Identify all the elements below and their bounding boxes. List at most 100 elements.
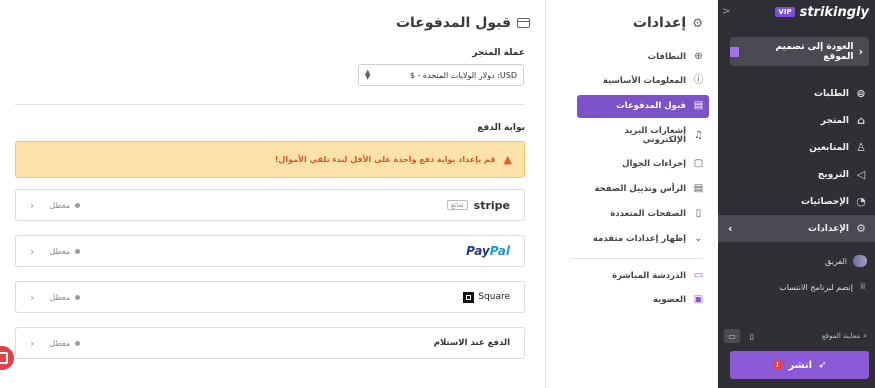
store-icon: ⌂ [857,114,865,127]
menu-item-label: قبول المدفوعات [616,101,686,112]
gear-icon: ⚙ [856,222,866,235]
trophy-icon: ♕ [858,282,867,292]
sidebar-item-followers[interactable]: ♙ المتابعين [718,134,875,161]
settings-menu: ⚙ إعدادات ⊕ النطاقات ⓘ المعلومات الأساسي… [545,0,718,388]
status-text: معطل [49,246,71,256]
currency-select[interactable]: USD: دولار الولايات المتحدة - $ ▲ ▼ [358,64,524,86]
menu-item-domains[interactable]: ⊕ النطاقات [577,50,709,64]
status-text: معطل [49,292,71,302]
gateway-row-paypal[interactable]: PayPal معطل ‹ [15,235,525,267]
square-brand: Square [463,291,510,303]
menu-divider [571,258,703,259]
sidebar-item-team[interactable]: الفريق [718,248,875,274]
sidebar-item-promotion[interactable]: ◁ الترويج [718,161,875,188]
popular-tag: شائع [446,200,468,210]
menu-item-live-chat[interactable]: ▭ الدردشة المباشرة [577,269,709,283]
preview-label[interactable]: معاينة الموقع [822,332,860,340]
sidebar-item-orders[interactable]: ⊜ الطلبات [718,80,875,107]
vip-badge: VIP [775,7,795,17]
chevron-right-icon[interactable]: ‹ [30,337,34,350]
gear-icon: ⚙ [692,16,703,30]
help-chat-button[interactable] [0,346,14,370]
menu-item-basic-info[interactable]: ⓘ المعلومات الأساسية [577,74,709,88]
dollar-circle-icon: ⊜ [856,87,866,100]
chevron-right-icon[interactable]: ‹ [30,199,34,212]
menu-item-label: العضوية [653,294,686,305]
chevron-left-icon: › [728,222,733,235]
chat-icon: ▭ [693,269,704,281]
currency-value: USD: دولار الولايات المتحدة - $ [409,70,517,80]
pie-chart-icon: ◔ [856,195,866,208]
chevron-left-icon: ‹ [858,45,863,58]
sidebar-item-affiliate[interactable]: ♕ إنضم لبرنامج الانتساب [718,274,875,300]
chevron-down-icon: ⌄ [694,232,703,244]
device-toggle: ▯ ▭ [724,329,760,343]
status-dot [75,202,81,208]
sidebar-item-store[interactable]: ⌂ المتجر [718,107,875,134]
menu-item-label: إجراءات الجوال [622,158,686,169]
team-avatar [853,255,867,267]
menu-item-advanced-toggle[interactable]: ⌄ إظهار إعدادات متقدمة [577,232,709,246]
settings-title-text: إعدادات [632,15,687,31]
gateway-row-stripe[interactable]: stripe شائع معطل ‹ [15,189,525,221]
publish-label: انشر [788,359,813,371]
menu-item-label: المعلومات الأساسية [602,75,686,86]
status-dot [75,248,81,254]
status-badge: معطل ‹ [30,291,81,304]
menu-item-label: إظهار إعدادات متقدمة [592,233,686,244]
status-text: معطل [49,338,71,348]
gateway-label: بوابة الدفع [477,123,525,133]
warning-triangle-icon: ▲ [503,153,512,166]
status-badge: معطل ‹ [30,199,81,212]
stripe-brand: stripe شائع [446,199,510,212]
membership-icon: ▣ [693,293,704,305]
menu-item-email-notifications[interactable]: ♫ إشعارات البريد الإلكتروني [577,125,709,147]
status-dot [75,294,81,300]
gateway-row-square[interactable]: Square معطل ‹ [15,281,525,313]
gateway-row-cash-on-delivery[interactable]: الدفع عند الاستلام معطل ‹ [15,327,525,359]
chevron-right-icon[interactable]: ‹ [30,291,34,304]
page-title: قبول المدفوعات [396,15,530,31]
status-badge: معطل ‹ [30,337,81,350]
desktop-icon[interactable]: ▭ [724,329,740,343]
sidebar-item-analytics[interactable]: ◔ الإحصائيات [718,188,875,215]
card-icon: ▤ [693,100,704,112]
menu-item-payments[interactable]: ▤ قبول المدفوعات [577,95,709,118]
info-icon: ⓘ [693,74,704,86]
status-text: معطل [49,200,71,210]
chevron-right-icon[interactable]: ‹ [30,245,34,258]
collapse-sidebar-icon[interactable]: > [722,6,730,17]
menu-item-header-footer[interactable]: ▤ الرأس وتذييل الصفحة [577,182,709,196]
sidebar-item-label: الإحصائيات [801,196,849,207]
sidebar-item-label: إنضم لبرنامج الانتساب [779,282,853,292]
square-logo: Square [463,291,510,303]
megaphone-icon: ◁ [856,168,866,181]
paypal-brand: PayPal [466,244,510,258]
pages-icon: ▯ [695,207,702,219]
payments-panel: قبول المدفوعات عملة المتجر USD: دولار ال… [0,0,545,388]
settings-title: ⚙ إعدادات [633,15,703,31]
menu-item-mobile-actions[interactable]: ▢ إجراءات الجوال [577,157,709,171]
menu-item-label: الدردشة المباشرة [612,270,686,281]
mobile-icon[interactable]: ▯ [744,329,760,343]
page-icon [730,46,739,57]
menu-item-label: الرأس وتذييل الصفحة [594,183,686,194]
cod-brand: الدفع عند الاستلام [434,338,510,348]
currency-label: عملة المتجر [472,48,525,58]
bell-icon: ♫ [694,129,703,141]
select-arrows-icon: ▲ ▼ [365,68,371,81]
menu-item-multiple-pages[interactable]: ▯ الصفحات المتعددة [577,207,709,221]
sidebar-item-label: المتجر [820,115,849,126]
app-sidebar: strikingly VIP > ‹ العودة إلى تصميم المو… [718,0,875,388]
sidebar-item-label: الطلبات [813,88,849,99]
strikingly-logo[interactable]: strikingly [800,5,869,20]
back-to-site-editor-button[interactable]: ‹ العودة إلى تصميم الموقع [730,37,869,66]
publish-button[interactable]: ➶ انشر ! [730,351,869,379]
sidebar-item-label: الإعدادات [808,223,849,234]
menu-item-membership[interactable]: ▣ العضوية [577,293,709,307]
alert-text: قم بإعداد بوابة دفع واحدة على الأقل لبدء… [274,155,496,164]
mobile-icon: ▢ [693,157,704,169]
sidebar-item-label: المتابعين [809,142,849,153]
card-icon [517,18,530,28]
sidebar-item-settings[interactable]: ⚙ الإعدادات › [718,215,875,242]
